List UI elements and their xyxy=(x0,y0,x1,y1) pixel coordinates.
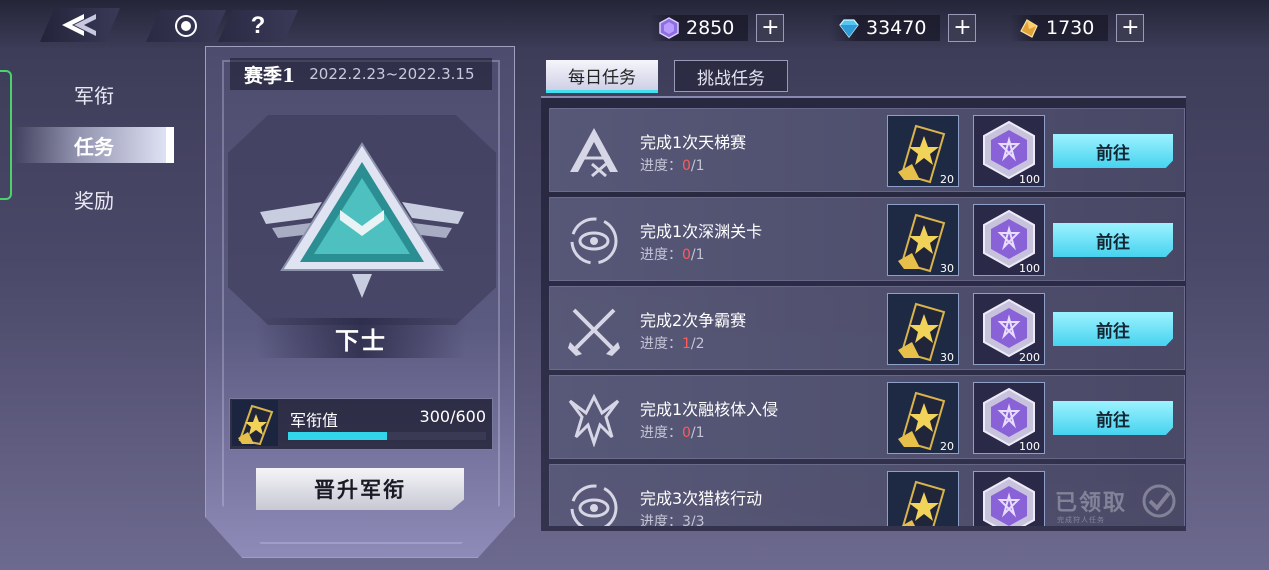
gold-crystal-icon xyxy=(1020,19,1038,38)
sidebar-item-rewards[interactable]: 奖励 xyxy=(14,181,174,217)
task-title: 完成2次争霸赛 xyxy=(640,311,747,330)
claimed-stamp: 已领取 完成狩人任务 xyxy=(1053,479,1178,526)
claimed-sub-label: 完成狩人任务 xyxy=(1057,516,1105,524)
currency-purple-gem: 2850 + xyxy=(650,14,785,42)
promote-rank-button[interactable]: 晋升军衔 xyxy=(256,468,464,510)
reward-purple-gem[interactable]: 100 xyxy=(973,204,1045,276)
reward-rank-card[interactable]: 30 xyxy=(887,204,959,276)
reward-count: 20 xyxy=(940,173,954,186)
task-row: 完成1次融核体入侵 进度：0/1 20 100 前往 xyxy=(549,375,1185,459)
task-progress: 进度：0/1 xyxy=(640,158,705,174)
fusion-invasion-icon xyxy=(568,393,620,447)
reward-purple-gem[interactable]: 100 xyxy=(973,382,1045,454)
currency-value: 2850 xyxy=(686,17,735,39)
back-chevron-icon xyxy=(62,14,96,36)
blue-diamond-icon xyxy=(839,19,859,38)
ladder-match-icon xyxy=(570,128,618,178)
task-title: 完成1次天梯赛 xyxy=(640,133,747,152)
rank-name: 下士 xyxy=(335,325,387,355)
currency-value: 1730 xyxy=(1046,17,1095,39)
add-blue-diamond-button[interactable]: + xyxy=(948,14,977,42)
reward-rank-card[interactable]: 20 xyxy=(887,115,959,187)
nav-indicator-frame xyxy=(0,70,12,200)
rank-card-icon xyxy=(232,400,278,446)
go-button[interactable]: 前往 xyxy=(1053,134,1173,168)
reward-purple-gem[interactable] xyxy=(973,471,1045,526)
purple-gem-icon xyxy=(659,17,679,39)
reward-rank-card[interactable]: 20 xyxy=(887,382,959,454)
tab-challenge-tasks[interactable]: 挑战任务 xyxy=(674,60,788,92)
reward-count: 100 xyxy=(1019,440,1040,453)
task-row: 完成1次深渊关卡 进度：0/1 30 100 前往 xyxy=(549,197,1185,281)
reward-count: 30 xyxy=(940,262,954,275)
reward-purple-gem[interactable]: 200 xyxy=(973,293,1045,365)
go-button[interactable]: 前往 xyxy=(1053,401,1173,435)
task-progress: 进度：1/2 xyxy=(640,336,705,352)
reward-rank-card[interactable]: 30 xyxy=(887,293,959,365)
abyss-stage-icon xyxy=(570,217,618,265)
check-circle-icon xyxy=(1142,484,1176,518)
task-row: 完成1次天梯赛 进度：0/1 20 100 前往 xyxy=(549,108,1185,192)
sidebar-active-edge xyxy=(166,127,174,163)
sidebar-item-label: 奖励 xyxy=(74,188,114,213)
reward-count: 20 xyxy=(940,440,954,453)
tab-daily-tasks[interactable]: 每日任务 xyxy=(546,60,658,93)
currency-gold-crystal: 1730 + xyxy=(1010,14,1145,42)
season-dates: 2022.2.23~2022.3.15 xyxy=(309,65,475,83)
task-list[interactable]: 完成1次天梯赛 进度：0/1 20 100 前往 完成1次深渊关卡 进度：0/1… xyxy=(549,108,1185,526)
hunt-operation-icon xyxy=(570,484,618,526)
reward-count: 100 xyxy=(1019,262,1040,275)
task-row: 完成2次争霸赛 进度：1/2 30 200 前往 xyxy=(549,286,1185,370)
sidebar-item-tasks[interactable]: 任务 xyxy=(14,127,174,163)
exp-label: 军衔值 xyxy=(290,411,339,430)
currency-value: 33470 xyxy=(866,17,927,39)
rank-emblem-icon xyxy=(260,142,464,298)
task-row: 完成3次猎核行动 进度：3/3 已领取 完成狩人任务 xyxy=(549,464,1185,526)
go-button[interactable]: 前往 xyxy=(1053,223,1173,257)
claimed-label: 已领取 xyxy=(1055,490,1128,516)
add-gold-crystal-button[interactable]: + xyxy=(1116,14,1145,42)
currency-blue-diamond: 33470 + xyxy=(830,14,977,42)
reward-count: 30 xyxy=(940,351,954,364)
task-progress: 进度：3/3 xyxy=(640,514,705,526)
reward-count: 100 xyxy=(1019,173,1040,186)
task-progress: 进度：0/1 xyxy=(640,425,705,441)
sidebar-item-rank[interactable]: 军衔 xyxy=(14,76,174,112)
purple-gem-icon xyxy=(983,476,1035,526)
rank-card-icon xyxy=(901,480,946,526)
reward-rank-card[interactable] xyxy=(887,471,959,526)
exp-value: 300/600 xyxy=(419,407,486,426)
circle-dot-icon xyxy=(175,15,197,37)
task-title: 完成3次猎核行动 xyxy=(640,489,763,508)
season-title: 赛季1 xyxy=(244,64,296,87)
sidebar-item-label: 军衔 xyxy=(74,83,114,108)
go-button[interactable]: 前往 xyxy=(1053,312,1173,346)
reward-purple-gem[interactable]: 100 xyxy=(973,115,1045,187)
task-progress: 进度：0/1 xyxy=(640,247,705,263)
add-purple-gem-button[interactable]: + xyxy=(756,14,785,42)
season-header: 赛季1 2022.2.23~2022.3.15 xyxy=(230,58,492,90)
task-title: 完成1次融核体入侵 xyxy=(640,400,779,419)
task-title: 完成1次深渊关卡 xyxy=(640,222,763,241)
sidebar-item-label: 任务 xyxy=(74,134,114,159)
crossed-swords-icon xyxy=(568,308,620,356)
reward-count: 200 xyxy=(1019,351,1040,364)
exp-progress-fill xyxy=(288,432,387,440)
